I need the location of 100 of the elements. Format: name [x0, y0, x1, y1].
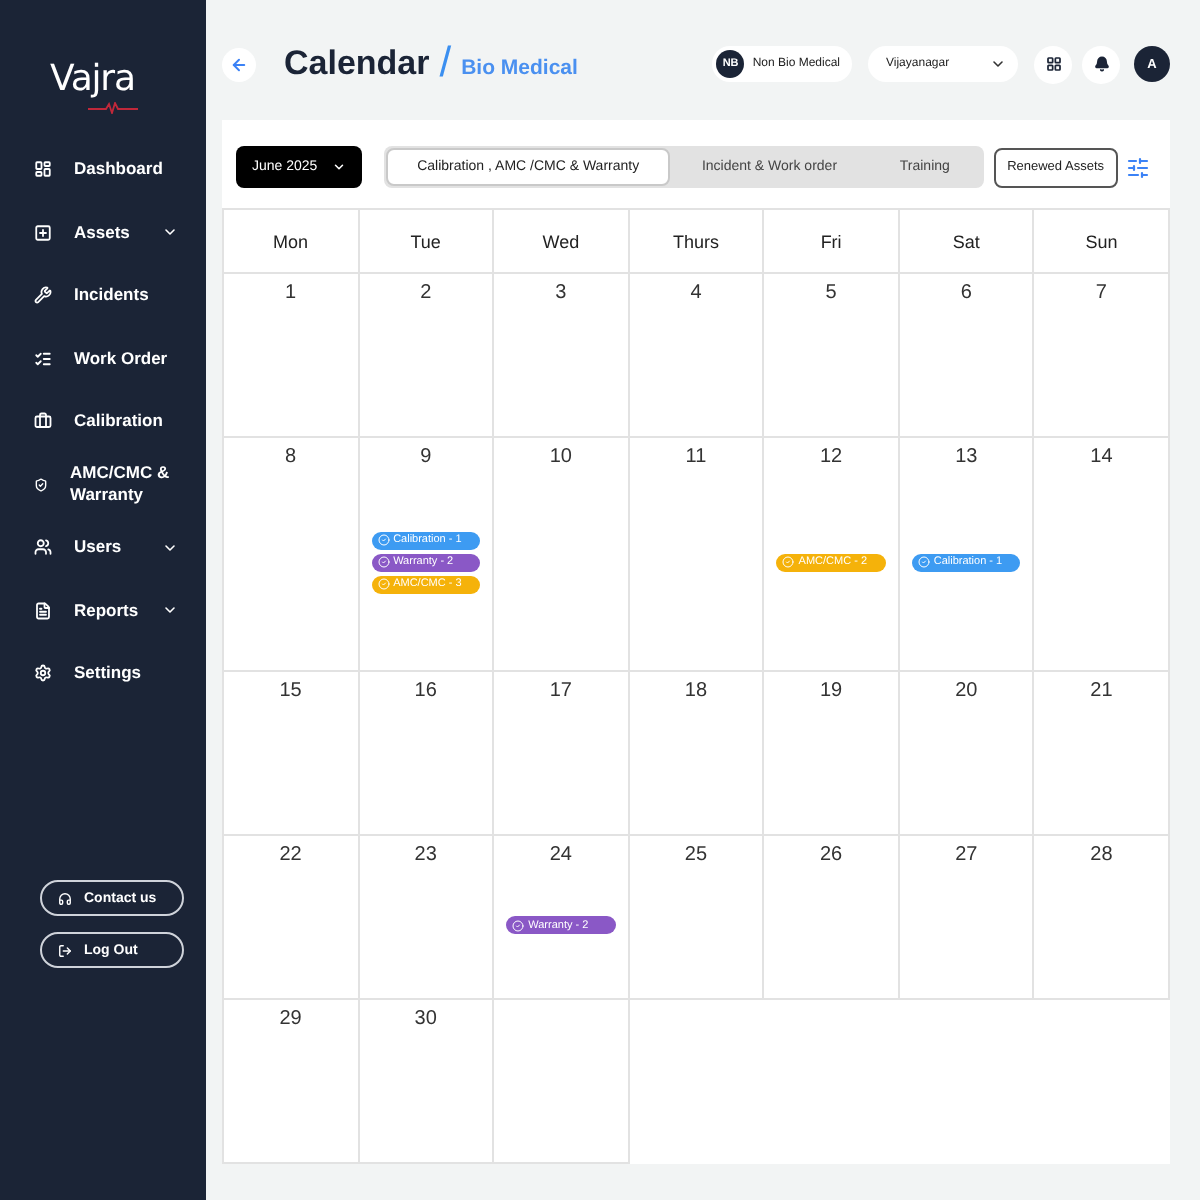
- day-number: 3: [555, 282, 567, 306]
- wrench-icon: [34, 286, 52, 305]
- day-cell[interactable]: 4: [629, 274, 765, 438]
- document-icon: [34, 601, 52, 620]
- day-number: 15: [279, 680, 302, 705]
- check-circle-icon: [377, 556, 390, 569]
- weekday-header: Mon: [224, 210, 360, 274]
- day-number: 2: [420, 282, 432, 306]
- sliders-icon: [1126, 155, 1150, 179]
- day-cell[interactable]: 8: [224, 437, 360, 673]
- day-number: 9: [420, 445, 432, 470]
- weekday-header: Sat: [899, 210, 1035, 274]
- day-number: 20: [955, 680, 978, 705]
- weekday-header: Tue: [359, 210, 495, 274]
- headset-icon: [58, 891, 72, 905]
- chevron-down-icon: [990, 56, 1006, 72]
- nav-item[interactable]: Calibration: [0, 390, 206, 453]
- day-cell[interactable]: 2: [359, 274, 495, 438]
- notifications-button[interactable]: [1082, 45, 1120, 83]
- page-subtitle: Bio Medical: [461, 55, 578, 79]
- dashboard-icon: [34, 160, 52, 179]
- back-arrow-icon: [230, 55, 248, 73]
- day-number: 8: [285, 445, 297, 470]
- title-separator: /: [439, 42, 452, 86]
- day-cell[interactable]: 17: [494, 672, 630, 837]
- plus-box-icon: [34, 223, 52, 242]
- apps-button[interactable]: [1034, 45, 1072, 83]
- day-cell[interactable]: 27: [899, 836, 1035, 1001]
- day-number: 29: [279, 1008, 302, 1033]
- day-number: 24: [549, 844, 572, 869]
- day-cell[interactable]: 29: [224, 1000, 360, 1164]
- nav-item[interactable]: Dashboard: [0, 138, 206, 201]
- weekday-header: Wed: [494, 210, 630, 274]
- day-cell[interactable]: 21: [1034, 672, 1170, 837]
- day-cell[interactable]: 15: [224, 672, 360, 837]
- heartbeat-line-icon: [88, 102, 138, 114]
- day-number: 5: [825, 282, 837, 306]
- nav-item[interactable]: Assets: [0, 201, 206, 264]
- users-icon: [34, 538, 52, 557]
- check-circle-icon: [917, 556, 930, 569]
- chevron-down-icon: [331, 160, 346, 174]
- day-number: 17: [549, 680, 572, 705]
- day-cell[interactable]: 16: [359, 672, 495, 837]
- day-cell[interactable]: 28: [1034, 836, 1170, 1001]
- check-circle-icon: [512, 919, 525, 932]
- nav-item[interactable]: Users: [0, 516, 206, 579]
- day-cell[interactable]: 20: [899, 672, 1035, 837]
- day-number: 14: [1090, 445, 1113, 470]
- page-title: Calendar: [284, 44, 430, 84]
- day-cell[interactable]: 23: [359, 836, 495, 1001]
- weekday-header: Thurs: [629, 210, 765, 274]
- day-cell[interactable]: 19: [764, 672, 900, 837]
- grid-icon: [1045, 56, 1061, 72]
- day-number: 6: [960, 282, 972, 306]
- day-cell[interactable]: 26: [764, 836, 900, 1001]
- briefcase-icon: [34, 412, 52, 431]
- day-cell[interactable]: 30: [359, 1000, 495, 1164]
- nav-item[interactable]: AMC/CMC & Warranty: [0, 453, 206, 516]
- bell-icon: [1093, 56, 1109, 72]
- day-cell[interactable]: 3: [494, 274, 630, 438]
- day-cell[interactable]: 14: [1034, 437, 1170, 673]
- day-number: 1: [285, 282, 297, 306]
- settings-icon: [34, 664, 52, 683]
- logout-icon: [58, 943, 72, 957]
- weekday-header: Sun: [1034, 210, 1170, 274]
- day-number: 19: [820, 680, 843, 705]
- nav-item[interactable]: Work Order: [0, 327, 206, 390]
- day-number: 4: [690, 282, 702, 306]
- day-cell[interactable]: 22: [224, 836, 360, 1001]
- day-number: 18: [684, 680, 708, 705]
- weekday-header: Fri: [764, 210, 900, 274]
- check-circle-icon: [377, 578, 390, 591]
- day-number: 30: [414, 1008, 437, 1033]
- shield-check-icon: [34, 475, 48, 494]
- day-number: 23: [414, 844, 437, 869]
- day-cell[interactable]: 6: [899, 274, 1035, 438]
- day-cell[interactable]: 1: [224, 274, 360, 438]
- day-cell[interactable]: 11: [629, 437, 765, 673]
- day-number: 13: [955, 445, 978, 470]
- day-cell[interactable]: 5: [764, 274, 900, 438]
- day-number: 10: [549, 445, 572, 470]
- check-circle-icon: [377, 534, 390, 547]
- nav-item[interactable]: Incidents: [0, 264, 206, 327]
- day-number: 28: [1090, 844, 1113, 869]
- day-number: 16: [414, 680, 437, 705]
- nav-item[interactable]: Reports: [0, 579, 206, 642]
- checklist-icon: [34, 349, 52, 368]
- day-cell[interactable]: 25: [629, 836, 765, 1001]
- back-button[interactable]: [222, 47, 256, 81]
- day-cell[interactable]: 10: [494, 437, 630, 673]
- day-cell[interactable]: 18: [629, 672, 765, 837]
- day-number: 12: [820, 445, 843, 470]
- day-number: 25: [684, 844, 708, 869]
- day-number: 7: [1095, 282, 1107, 306]
- day-cell[interactable]: 7: [1034, 274, 1170, 438]
- check-circle-icon: [782, 556, 795, 569]
- nav-item[interactable]: Settings: [0, 642, 206, 705]
- logo-text: Vajra: [50, 58, 135, 102]
- day-number: 27: [955, 844, 978, 869]
- filter-button[interactable]: [1126, 155, 1150, 179]
